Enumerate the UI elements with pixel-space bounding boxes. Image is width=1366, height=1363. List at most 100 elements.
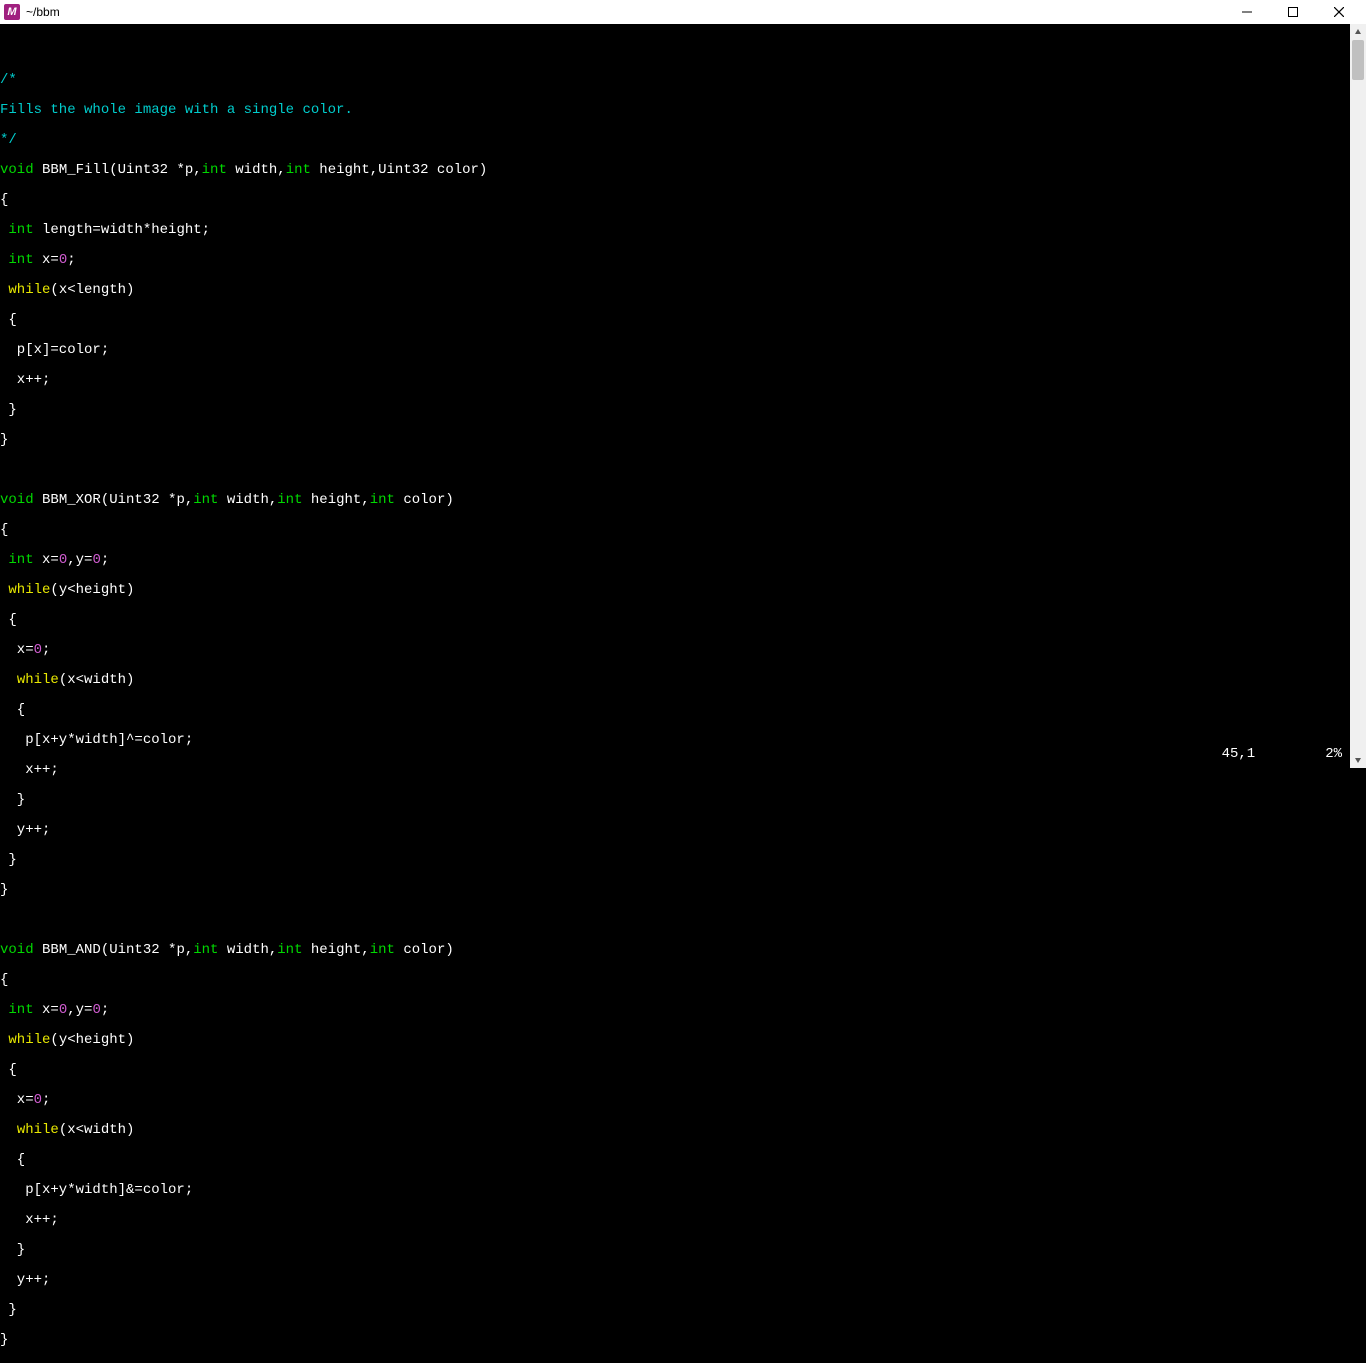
kw-while: while — [8, 282, 50, 298]
brace: { — [0, 702, 25, 718]
minimize-button[interactable] — [1224, 0, 1270, 24]
scroll-percent: 2% — [1325, 746, 1342, 762]
kw-int: int — [277, 942, 302, 958]
kw-while: while — [8, 582, 50, 598]
close-icon — [1334, 7, 1344, 17]
code-text: x++; — [0, 762, 59, 778]
brace: { — [0, 192, 8, 208]
num: 0 — [59, 552, 67, 568]
code-text: ,y= — [67, 1002, 92, 1018]
comment-open: /* — [0, 72, 17, 88]
kw-while: while — [8, 1032, 50, 1048]
kw-int: int — [286, 162, 311, 178]
code-text: height, — [303, 492, 370, 508]
kw-void: void — [0, 942, 34, 958]
kw-while: while — [17, 672, 59, 688]
code-text: length=width*height; — [34, 222, 210, 238]
num: 0 — [59, 252, 67, 268]
code-text: (Uint32 *p, — [101, 492, 193, 508]
num: 0 — [92, 1002, 100, 1018]
code-text: x++; — [0, 1212, 59, 1228]
kw-int: int — [8, 222, 33, 238]
code-text: p[x+y*width]&=color; — [0, 1182, 193, 1198]
brace: } — [0, 432, 8, 448]
cursor-position: 45,1 — [1222, 746, 1256, 762]
maximize-button[interactable] — [1270, 0, 1316, 24]
editor-view[interactable]: /* Fills the whole image with a single c… — [0, 24, 1350, 768]
code-text: p[x]=color; — [0, 342, 109, 358]
code-text: ; — [42, 1092, 50, 1108]
kw-int: int — [370, 942, 395, 958]
brace: { — [0, 612, 17, 628]
code-text: y++; — [0, 1272, 50, 1288]
num: 0 — [34, 1092, 42, 1108]
kw-void: void — [0, 492, 34, 508]
scroll-down-icon[interactable] — [1350, 752, 1366, 768]
code-text: height,Uint32 color) — [311, 162, 487, 178]
kw-int: int — [193, 942, 218, 958]
status-bar: 45,1 2% — [1222, 746, 1342, 762]
close-button[interactable] — [1316, 0, 1362, 24]
code-text: (y<height) — [50, 582, 134, 598]
code-text — [34, 162, 42, 178]
kw-int: int — [8, 552, 33, 568]
fn-name: BBM_AND — [42, 942, 101, 958]
code-text: x++; — [0, 372, 50, 388]
comment-close: */ — [0, 132, 17, 148]
num: 0 — [34, 642, 42, 658]
code-text: color) — [395, 942, 454, 958]
code-text: x= — [0, 642, 34, 658]
title-left: M ~/bbm — [4, 4, 60, 20]
brace: } — [0, 852, 17, 868]
maximize-icon — [1288, 7, 1298, 17]
code-text: color) — [395, 492, 454, 508]
brace: { — [0, 1152, 25, 1168]
brace: { — [0, 312, 17, 328]
brace: } — [0, 882, 8, 898]
code-text: (Uint32 *p, — [109, 162, 201, 178]
brace: } — [0, 1242, 25, 1258]
vertical-scrollbar[interactable] — [1350, 24, 1366, 768]
brace: } — [0, 1302, 17, 1318]
window-title: ~/bbm — [26, 5, 60, 19]
brace: } — [0, 1332, 8, 1348]
title-bar: M ~/bbm — [0, 0, 1366, 24]
brace: } — [0, 792, 25, 808]
code-text: (x<width) — [59, 672, 135, 688]
brace: { — [0, 1062, 17, 1078]
minimize-icon — [1242, 7, 1252, 17]
kw-void: void — [0, 162, 34, 178]
kw-int: int — [370, 492, 395, 508]
code-text: width, — [218, 492, 277, 508]
code-text: x= — [34, 252, 59, 268]
kw-while: while — [17, 1122, 59, 1138]
kw-int: int — [202, 162, 227, 178]
num: 0 — [92, 552, 100, 568]
kw-int: int — [193, 492, 218, 508]
scroll-thumb[interactable] — [1352, 40, 1364, 80]
brace: } — [0, 402, 17, 418]
code-text: (Uint32 *p, — [101, 942, 193, 958]
brace: { — [0, 522, 8, 538]
code-text: (x<width) — [59, 1122, 135, 1138]
code-text: y++; — [0, 822, 50, 838]
code-text: x= — [34, 1002, 59, 1018]
code-text: ; — [101, 1002, 109, 1018]
code-text: ; — [67, 252, 75, 268]
kw-int: int — [8, 1002, 33, 1018]
comment-text: Fills the whole image with a single colo… — [0, 102, 353, 118]
code-text: ,y= — [67, 552, 92, 568]
code-text: x= — [0, 1092, 34, 1108]
code-text: width, — [218, 942, 277, 958]
code-text: (y<height) — [50, 1032, 134, 1048]
code-text: height, — [303, 942, 370, 958]
code-text: width, — [227, 162, 286, 178]
window-controls — [1224, 0, 1362, 24]
app-icon: M — [4, 4, 20, 20]
kw-int: int — [277, 492, 302, 508]
code-text: ; — [42, 642, 50, 658]
code-text: x= — [34, 552, 59, 568]
kw-int: int — [8, 252, 33, 268]
scroll-up-icon[interactable] — [1350, 24, 1366, 40]
code-text: ; — [101, 552, 109, 568]
